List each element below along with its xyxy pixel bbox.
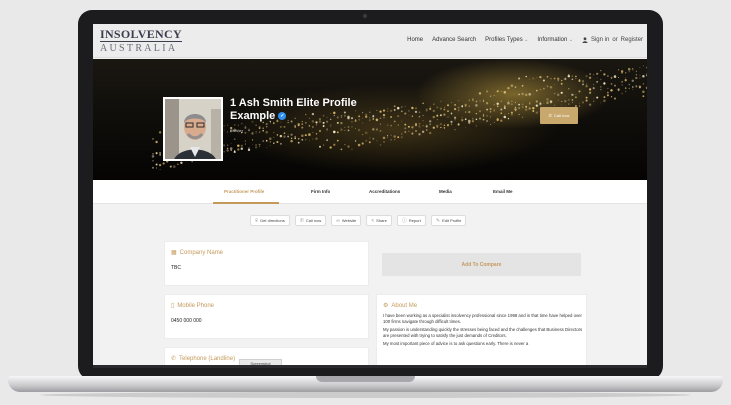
website-button[interactable]: ∞ Website (331, 215, 362, 226)
location-icon: ⌾ (255, 217, 259, 224)
mobile-value[interactable]: 0450 000 000 (171, 318, 202, 324)
mobile-title: ▯ Mobile Phone (171, 302, 215, 310)
report-icon: ⓘ (401, 218, 407, 224)
phone-icon: ✆ (299, 217, 304, 224)
logo-line2: AUSTRALIA (100, 43, 178, 54)
avatar (163, 97, 223, 161)
user-icon (582, 37, 588, 43)
verified-check-icon: ✓ (278, 112, 287, 121)
navbar: INSOLVENCY AUSTRALIA Home Advance Search… (93, 24, 647, 58)
link-icon: ∞ (336, 217, 340, 224)
camera-icon (363, 14, 367, 18)
action-bar: ⌾ Get directions ✆ Call now ∞ Website < Shar… (250, 215, 467, 226)
landline-title: ✆ Telephone (Landline) (171, 355, 236, 363)
get-directions-button[interactable]: ⌾ Get directions (250, 215, 290, 226)
call-now-chip-label: Call now (305, 218, 322, 223)
nav-links: Home Advance Search Profiles Types Infor… (407, 37, 643, 43)
register-link[interactable]: Register (621, 37, 643, 43)
laptop-shadow (40, 392, 691, 398)
telephone-icon: ✆ (171, 356, 177, 362)
nav-profiles-types[interactable]: Profiles Types (485, 37, 528, 43)
mobile-title-text: Mobile Phone (177, 302, 215, 309)
profile-tabs: Practitioner Profile Firm Info Accredita… (93, 180, 647, 204)
profile-name-text: 1 Ash Smith Elite Profile Example (230, 97, 357, 122)
company-title-text: Company Name (179, 249, 224, 256)
edit-profile-label: Edit Profile (442, 218, 462, 223)
nav-information[interactable]: Information (537, 37, 573, 43)
active-tab-indicator (213, 202, 279, 204)
nav-advance-search[interactable]: Advance Search (432, 37, 476, 43)
about-title: ⚙ About Me (383, 302, 418, 310)
about-paragraph-2: My passion is understanding quickly the … (383, 327, 583, 338)
profile-photo (165, 99, 221, 159)
company-value: TBC (171, 265, 181, 271)
edit-profile-button[interactable]: ✎ Edit Profile (430, 215, 467, 226)
profile-role: Partner (230, 128, 244, 133)
nav-home[interactable]: Home (407, 37, 423, 43)
about-paragraph-3: My most important piece of advice is to … (383, 341, 529, 346)
laptop-screen: INSOLVENCY AUSTRALIA Home Advance Search… (93, 24, 647, 368)
profile-name: 1 Ash Smith Elite Profile Example ✓ (230, 97, 380, 123)
building-icon: ▦ (171, 250, 177, 256)
laptop-notch (316, 376, 415, 382)
edit-profile-icon: ✎ (435, 217, 441, 224)
tab-media[interactable]: Media (439, 189, 452, 194)
share-button[interactable]: < Share (366, 215, 392, 226)
about-card: ⚙ About Me I have been working as a spec… (376, 294, 587, 368)
share-label: Share (376, 218, 387, 223)
get-directions-label: Get directions (260, 218, 285, 223)
company-card: ▦ Company Name TBC (164, 241, 369, 286)
add-to-compare-button[interactable]: Add To Compare (382, 253, 581, 276)
call-now-button[interactable]: ✆ Call now (540, 107, 578, 124)
mobile-card: ▯ Mobile Phone 0450 000 000 (164, 294, 369, 339)
info-icon: ⚙ (383, 303, 389, 309)
about-text: I have been working as a specialist inso… (383, 313, 589, 349)
tab-accreditations[interactable]: Accreditations (369, 189, 400, 194)
company-title: ▦ Company Name (171, 249, 224, 257)
landline-title-text: Telephone (Landline) (179, 355, 236, 362)
about-paragraph-1: I have been working as a specialist inso… (383, 313, 582, 324)
tab-practitioner-profile[interactable]: Practitioner Profile (224, 189, 264, 194)
call-now-chip[interactable]: ✆ Call now (294, 215, 327, 226)
call-now-label: Call now (554, 113, 570, 118)
signin-link[interactable]: Sign in (591, 37, 609, 43)
mobile-phone-icon: ▯ (171, 303, 175, 309)
tab-firm-info[interactable]: Firm Info (311, 189, 330, 194)
or-text: or (612, 37, 618, 43)
logo-line1: INSOLVENCY (100, 27, 182, 42)
tab-email-me[interactable]: Email Me (493, 189, 513, 194)
website-label: Website (341, 218, 357, 223)
hero-banner: 1 Ash Smith Elite Profile Example ✓ Part… (93, 59, 647, 180)
phone-icon: ✆ (548, 113, 552, 118)
signin-area: Sign in or Register (582, 37, 643, 43)
report-button[interactable]: ⓘ Report (396, 215, 426, 226)
site-logo[interactable]: INSOLVENCY AUSTRALIA (100, 28, 182, 54)
screen-bezel-bottom (93, 365, 647, 368)
report-label: Report (408, 218, 421, 223)
about-title-text: About Me (391, 302, 418, 309)
share-icon: < (371, 217, 375, 224)
